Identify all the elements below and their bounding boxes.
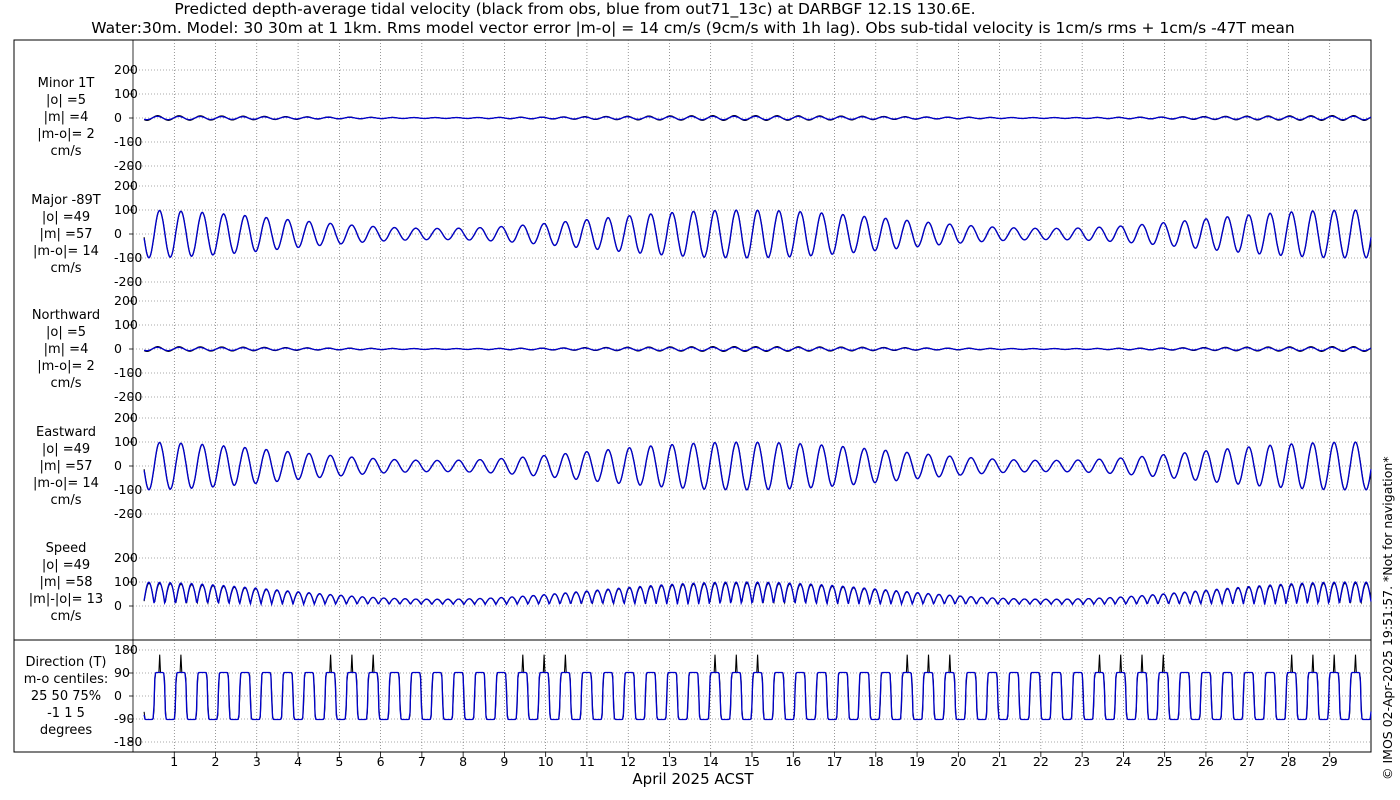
x-tick-label-1: 1 (170, 754, 178, 769)
northward-label-line: |m| =4 (44, 342, 89, 357)
x-tick-label-6: 6 (377, 754, 385, 769)
minor-label-line: |m| =4 (44, 110, 89, 125)
speed-label-line: |o| =49 (42, 558, 90, 573)
speed-label-line: cm/s (51, 609, 82, 624)
major-label-line: cm/s (51, 261, 82, 276)
x-tick-label-23: 23 (1074, 754, 1090, 769)
direction-y-tick-label: 90 (114, 665, 130, 680)
northward-y-tick-label: 200 (114, 293, 138, 308)
eastward-y-tick-label: 200 (114, 410, 138, 425)
northward-label-line: |m-o|= 2 (37, 359, 95, 374)
direction-label-line: m-o centiles: (24, 672, 109, 687)
x-tick-label-4: 4 (294, 754, 302, 769)
x-tick-label-27: 27 (1239, 754, 1255, 769)
x-tick-label-19: 19 (909, 754, 925, 769)
x-tick-label-29: 29 (1322, 754, 1338, 769)
eastward-label-line: Eastward (36, 425, 96, 440)
x-axis-label: April 2025 ACST (632, 770, 754, 788)
minor-y-tick-label: 0 (114, 110, 122, 125)
northward-y-tick-label: -100 (114, 365, 142, 380)
x-tick-label-8: 8 (459, 754, 467, 769)
chart-title-line-1: Predicted depth-average tidal velocity (… (174, 0, 975, 19)
x-tick-label-28: 28 (1281, 754, 1297, 769)
speed-label-line: |m| =58 (40, 575, 93, 590)
speed-label-line: Speed (46, 541, 87, 556)
credit-text: © IMOS 02-Apr-2025 19:51:57. *Not for na… (1380, 456, 1395, 780)
direction-label-line: Direction (T) (26, 655, 107, 670)
speed-y-tick-label: 100 (114, 574, 138, 589)
northward-y-tick-label: 0 (114, 341, 122, 356)
northward-label-line: |o| =5 (46, 325, 86, 340)
minor-y-tick-label: -100 (114, 134, 142, 149)
major-y-tick-label: 0 (114, 226, 122, 241)
eastward-y-tick-label: -200 (114, 506, 142, 521)
x-tick-label-18: 18 (868, 754, 884, 769)
major-label-line: |m-o|= 14 (33, 244, 99, 259)
x-tick-label-7: 7 (418, 754, 426, 769)
eastward-y-tick-label: -100 (114, 482, 142, 497)
speed-y-tick-label: 200 (114, 550, 138, 565)
major-y-tick-label: -200 (114, 274, 142, 289)
direction-y-tick-label: -180 (114, 734, 142, 749)
speed-label-line: |m|-|o|= 13 (29, 592, 103, 607)
northward-y-tick-label: 100 (114, 317, 138, 332)
major-y-tick-label: -100 (114, 250, 142, 265)
direction-y-tick-label: -90 (114, 711, 134, 726)
x-tick-label-12: 12 (620, 754, 636, 769)
x-tick-label-15: 15 (744, 754, 760, 769)
eastward-label-line: |m| =57 (40, 459, 93, 474)
minor-label-line: Minor 1T (38, 76, 95, 91)
eastward-label-line: cm/s (51, 493, 82, 508)
eastward-y-tick-label: 100 (114, 434, 138, 449)
direction-y-tick-label: 180 (114, 642, 138, 657)
x-tick-label-25: 25 (1157, 754, 1173, 769)
direction-y-tick-label: 0 (114, 688, 122, 703)
minor-y-tick-label: 200 (114, 62, 138, 77)
tidal-velocity-chart: Predicted depth-average tidal velocity (… (0, 0, 1400, 800)
direction-label-line: 25 50 75% (31, 689, 101, 704)
eastward-y-tick-label: 0 (114, 458, 122, 473)
major-y-tick-label: 100 (114, 202, 138, 217)
northward-label-line: cm/s (51, 376, 82, 391)
eastward-label-line: |m-o|= 14 (33, 476, 99, 491)
x-tick-label-11: 11 (579, 754, 595, 769)
major-label-line: |o| =49 (42, 210, 90, 225)
x-tick-label-14: 14 (703, 754, 719, 769)
x-tick-label-9: 9 (500, 754, 508, 769)
minor-label-line: |m-o|= 2 (37, 127, 95, 142)
minor-y-tick-label: -200 (114, 158, 142, 173)
x-tick-label-17: 17 (827, 754, 843, 769)
x-tick-label-20: 20 (950, 754, 966, 769)
minor-label-line: cm/s (51, 144, 82, 159)
major-label-line: |m| =57 (40, 227, 93, 242)
major-label-line: Major -89T (31, 193, 100, 208)
minor-label-line: |o| =5 (46, 93, 86, 108)
direction-label-line: degrees (40, 723, 93, 738)
x-tick-label-5: 5 (335, 754, 343, 769)
minor-y-tick-label: 100 (114, 86, 138, 101)
x-tick-label-24: 24 (1115, 754, 1131, 769)
x-tick-label-13: 13 (662, 754, 678, 769)
x-tick-label-21: 21 (992, 754, 1008, 769)
northward-y-tick-label: -200 (114, 389, 142, 404)
eastward-label-line: |o| =49 (42, 442, 90, 457)
northward-label-line: Northward (32, 308, 100, 323)
x-tick-label-10: 10 (538, 754, 554, 769)
x-tick-label-26: 26 (1198, 754, 1214, 769)
x-tick-label-2: 2 (212, 754, 220, 769)
chart-title-line-2: Water:30m. Model: 30 30m at 1 1km. Rms m… (91, 19, 1295, 37)
x-tick-label-22: 22 (1033, 754, 1049, 769)
x-tick-label-16: 16 (785, 754, 801, 769)
speed-y-tick-label: 0 (114, 598, 122, 613)
direction-label-line: -1 1 5 (47, 706, 85, 721)
major-y-tick-label: 200 (114, 178, 138, 193)
x-tick-label-3: 3 (253, 754, 261, 769)
